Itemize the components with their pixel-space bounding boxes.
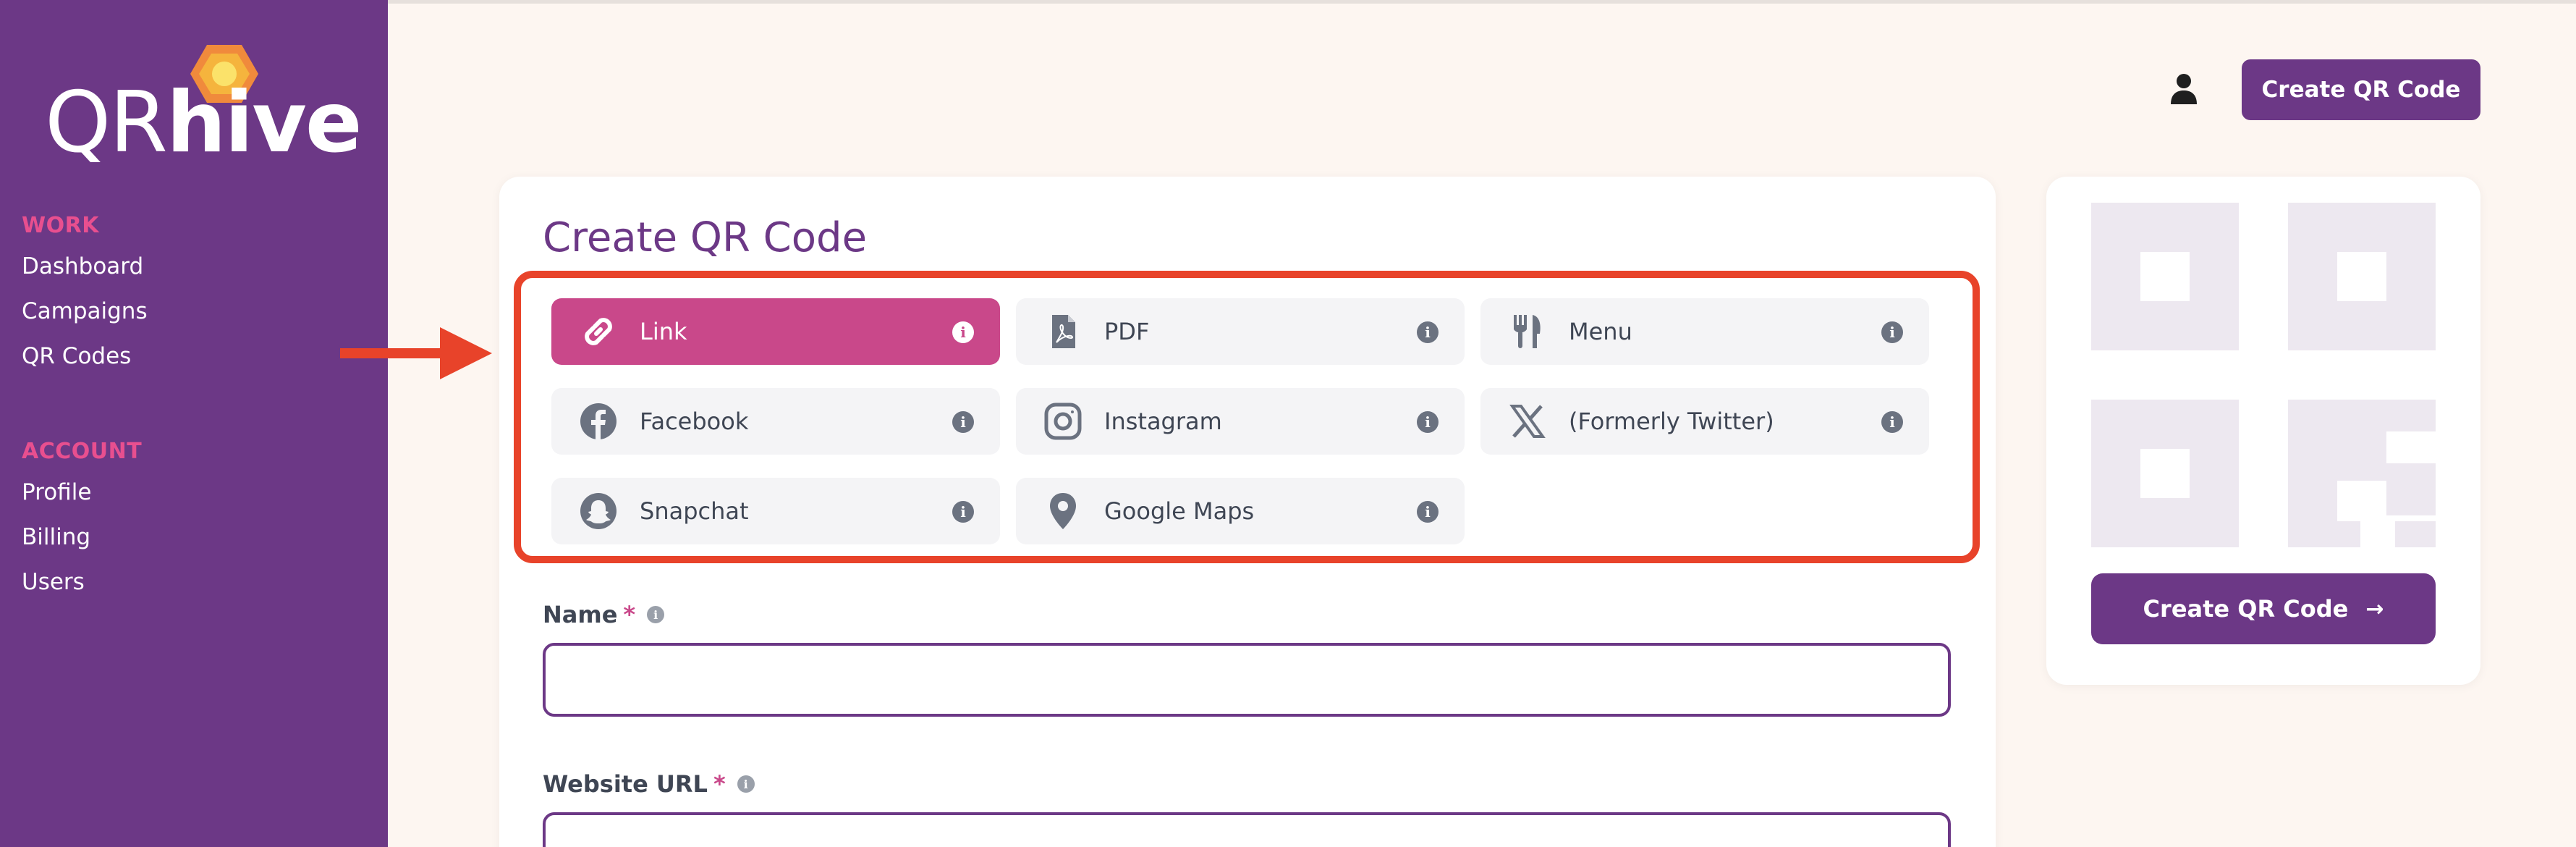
link-icon <box>579 312 618 351</box>
required-marker: * <box>713 770 726 798</box>
qr-placeholder-icon <box>2091 203 2436 547</box>
qr-type-link[interactable]: Link i <box>551 298 1000 365</box>
logo-wordmark: QRhive <box>45 74 363 172</box>
website-url-input[interactable] <box>543 812 1951 847</box>
info-icon[interactable]: i <box>1881 321 1903 343</box>
qr-type-label: Facebook <box>640 408 749 435</box>
qr-type-instagram[interactable]: Instagram i <box>1016 388 1465 455</box>
page-title: Create QR Code <box>543 214 868 261</box>
website-url-field-label: Website URL * i <box>543 770 755 798</box>
sidebar: QRhive WORK Dashboard Campaigns QR Codes… <box>0 0 388 847</box>
qr-type-label: Link <box>640 318 687 345</box>
nav-heading-account: ACCOUNT <box>22 439 143 464</box>
name-input[interactable] <box>543 643 1951 717</box>
qr-type-label: Menu <box>1569 318 1632 345</box>
qrhive-logo[interactable]: QRhive <box>45 43 363 174</box>
name-field-label: Name * i <box>543 601 665 628</box>
nav-work-section: WORK Dashboard Campaigns QR Codes <box>22 213 148 387</box>
qr-type-snapchat[interactable]: Snapchat i <box>551 478 1000 544</box>
snapchat-icon <box>579 492 618 531</box>
nav-heading-work: WORK <box>22 213 99 238</box>
qr-type-label: Instagram <box>1104 408 1222 435</box>
pdf-icon <box>1043 312 1082 351</box>
x-icon <box>1508 402 1547 441</box>
qr-type-label: Google Maps <box>1104 497 1255 525</box>
info-icon[interactable]: i <box>1881 411 1903 433</box>
qr-type-google-maps[interactable]: Google Maps i <box>1016 478 1465 544</box>
info-icon[interactable]: i <box>737 775 755 793</box>
utensils-icon <box>1508 312 1547 351</box>
instagram-icon <box>1043 402 1082 441</box>
website-url-label-text: Website URL <box>543 770 708 798</box>
header-create-qr-button[interactable]: Create QR Code <box>2242 59 2480 120</box>
nav-item-campaigns[interactable]: Campaigns <box>22 298 148 325</box>
info-icon[interactable]: i <box>952 321 974 343</box>
qr-type-facebook[interactable]: Facebook i <box>551 388 1000 455</box>
info-icon[interactable]: i <box>952 411 974 433</box>
required-marker: * <box>623 601 636 628</box>
preview-button-label: Create QR Code <box>2143 595 2349 623</box>
nav-item-billing[interactable]: Billing <box>22 523 142 551</box>
info-icon[interactable]: i <box>1417 501 1439 523</box>
preview-create-qr-button[interactable]: Create QR Code → <box>2091 573 2436 644</box>
annotation-arrow-icon <box>340 327 492 379</box>
user-account-icon[interactable] <box>2169 72 2198 106</box>
qr-type-label: (Formerly Twitter) <box>1569 408 1774 435</box>
nav-item-profile[interactable]: Profile <box>22 479 142 506</box>
map-pin-icon <box>1043 492 1082 531</box>
nav-account-section: ACCOUNT Profile Billing Users <box>22 439 142 613</box>
name-label-text: Name <box>543 601 618 628</box>
info-icon[interactable]: i <box>1417 411 1439 433</box>
qr-type-menu[interactable]: Menu i <box>1480 298 1929 365</box>
qr-type-x-twitter[interactable]: (Formerly Twitter) i <box>1480 388 1929 455</box>
arrow-right-icon: → <box>2365 596 2384 622</box>
nav-item-qr-codes[interactable]: QR Codes <box>22 342 148 370</box>
nav-item-users[interactable]: Users <box>22 568 142 596</box>
qr-type-label: PDF <box>1104 318 1150 345</box>
info-icon[interactable]: i <box>1417 321 1439 343</box>
info-icon[interactable]: i <box>647 606 665 623</box>
qr-type-pdf[interactable]: PDF i <box>1016 298 1465 365</box>
qr-type-label: Snapchat <box>640 497 749 525</box>
info-icon[interactable]: i <box>952 501 974 523</box>
nav-item-dashboard[interactable]: Dashboard <box>22 253 148 280</box>
facebook-icon <box>579 402 618 441</box>
